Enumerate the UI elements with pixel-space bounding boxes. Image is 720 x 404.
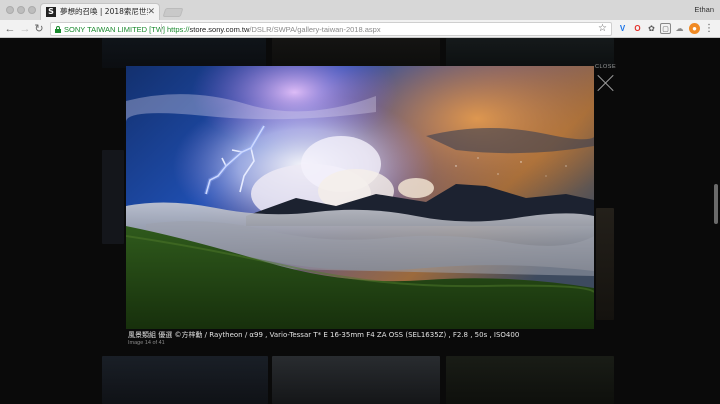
profile-name[interactable]: Ethan: [694, 5, 714, 14]
gallery-thumbnail[interactable]: [102, 150, 124, 244]
image-counter: Image 14 of 41: [128, 340, 165, 346]
close-icon[interactable]: [597, 74, 615, 92]
url-scheme: https://: [167, 25, 190, 34]
minimize-window-button[interactable]: [17, 6, 25, 14]
lightbox-photo: [126, 66, 594, 329]
url-text[interactable]: https://store.sony.com.tw/DSLR/SWPA/gall…: [167, 25, 381, 34]
gallery-thumbnail[interactable]: [272, 38, 440, 68]
back-arrow-icon[interactable]: ←: [4, 22, 16, 36]
gallery-thumbnail[interactable]: [102, 356, 268, 404]
reload-icon[interactable]: ↻: [33, 22, 45, 36]
gallery-thumbnail[interactable]: [446, 38, 614, 68]
gallery-thumbnail[interactable]: [102, 38, 266, 68]
close-label[interactable]: CLOSE: [595, 64, 616, 70]
ev-certificate-label[interactable]: SONY TAIWAN LIMITED [TW]: [64, 25, 165, 34]
gallery-thumbnail[interactable]: [596, 208, 614, 320]
gallery-thumbnail[interactable]: [272, 356, 440, 404]
notification-extension-icon[interactable]: ●: [689, 23, 700, 34]
vimium-extension-icon[interactable]: V: [617, 23, 628, 34]
gallery-thumbnail[interactable]: [446, 356, 614, 404]
tab-close-icon[interactable]: ✕: [147, 6, 155, 17]
cloud-extension-icon[interactable]: ☁: [674, 23, 685, 34]
forward-arrow-icon[interactable]: →: [19, 22, 31, 36]
photo-caption: 風景類組 優選 ©方梓勳 / Raytheon / α99 , Vario-Te…: [128, 331, 520, 339]
new-tab-button[interactable]: [162, 8, 184, 17]
url-path: /DSLR/SWPA/gallery-taiwan-2018.aspx: [249, 25, 381, 34]
bookmark-star-icon[interactable]: ☆: [598, 23, 607, 35]
lock-icon: [55, 26, 61, 33]
page-scrollbar[interactable]: [714, 184, 718, 224]
url-host: store.sony.com.tw: [189, 25, 250, 34]
browser-chrome: S 夢想的召喚 | 2018索尼世界攝影 ✕ Ethan ← → ↻ SONY …: [0, 0, 720, 38]
tab-strip: S 夢想的召喚 | 2018索尼世界攝影 ✕ Ethan: [0, 0, 720, 20]
settings-extension-icon[interactable]: ✿: [646, 23, 657, 34]
screenshot-extension-icon[interactable]: ▢: [660, 23, 671, 34]
address-divider: [161, 24, 162, 34]
maximize-window-button[interactable]: [28, 6, 36, 14]
address-bar[interactable]: SONY TAIWAN LIMITED [TW] https://store.s…: [50, 22, 612, 36]
tab-title: 夢想的召喚 | 2018索尼世界攝影: [60, 7, 148, 16]
opera-extension-icon[interactable]: O: [632, 23, 643, 34]
close-window-button[interactable]: [6, 6, 14, 14]
sony-favicon-icon: S: [46, 7, 56, 17]
menu-kebab-icon[interactable]: ⋮: [704, 22, 714, 36]
browser-tab-active[interactable]: S 夢想的召喚 | 2018索尼世界攝影 ✕: [40, 3, 160, 20]
browser-toolbar: ← → ↻ SONY TAIWAN LIMITED [TW] https://s…: [0, 20, 720, 38]
